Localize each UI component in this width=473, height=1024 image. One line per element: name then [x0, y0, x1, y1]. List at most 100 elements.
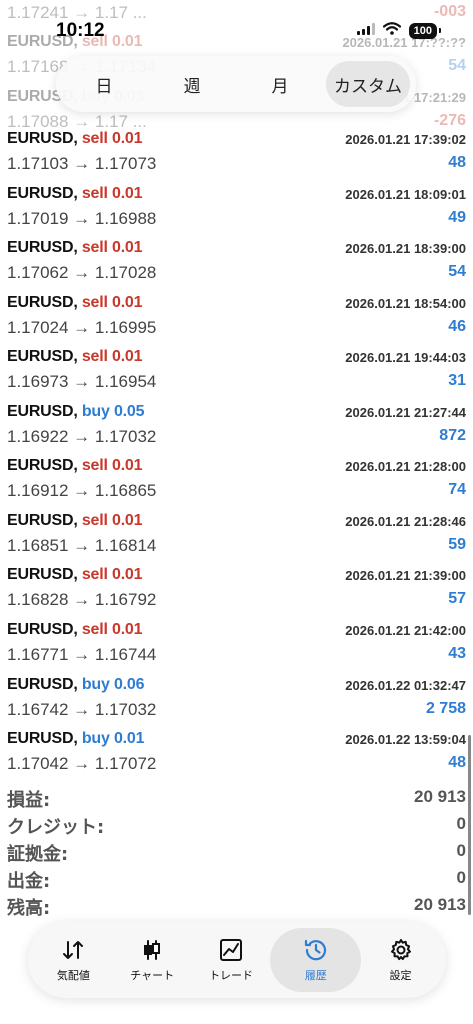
trade-symbol: EURUSD, [7, 566, 78, 583]
trade-profit: 48 [448, 154, 466, 171]
trade-row[interactable]: EURUSD, sell 0.01 2026.01.21 21:39:00 1.16… [0, 560, 473, 614]
trade-prices: 1.17062 → 1.17028 [7, 263, 157, 282]
trade-side-volume: sell 0.01 [81, 185, 143, 202]
bottom-tab-bar: 気配値 チャート トレード 履歴 設定 [28, 922, 446, 998]
trade-title: EURUSD, sell 0.01 [7, 239, 143, 257]
trade-title: EURUSD, buy 0.06 [7, 676, 144, 694]
tab-history[interactable]: 履歴 [270, 928, 362, 992]
trade-symbol: EURUSD, [7, 403, 78, 420]
trade-prices: 1.17024 → 1.16995 [7, 318, 157, 337]
trade-symbol: EURUSD, [7, 130, 78, 147]
trade-symbol: EURUSD, [7, 457, 78, 474]
trade-side-volume: sell 0.01 [81, 294, 143, 311]
segment-day[interactable]: 日 [62, 61, 146, 107]
status-time: 10:12 [56, 20, 105, 41]
summary-credit-row: クレジット: 0 [0, 811, 473, 838]
summary-margin-row: 証拠金: 0 [0, 838, 473, 865]
trade-profit: 59 [448, 536, 466, 553]
summary-profit-row: 損益: 20 913 [0, 784, 473, 811]
trade-side-volume: sell 0.01 [81, 512, 143, 529]
trade-row[interactable]: EURUSD, sell 0.01 2026.01.21 17:39:02 1.17… [0, 124, 473, 178]
trade-title: EURUSD, sell 0.01 [7, 566, 143, 584]
summary-label: 証拠金: [7, 844, 69, 865]
trade-profit: 54 [448, 57, 466, 74]
tab-label: チャート [130, 969, 175, 982]
trade-profit: 48 [448, 754, 466, 771]
segment-week[interactable]: 週 [150, 61, 234, 107]
summary-label: 損益: [7, 790, 51, 811]
trade-profit: 46 [448, 318, 466, 335]
trade-profit: 43 [448, 645, 466, 662]
tab-quotes[interactable]: 気配値 [34, 928, 113, 992]
trade-symbol: EURUSD, [7, 239, 78, 256]
trade-prices: 1.16828 → 1.16792 [7, 590, 157, 609]
trade-title: EURUSD, sell 0.01 [7, 348, 143, 366]
trade-title: EURUSD, sell 0.01 [7, 130, 143, 148]
tab-label: 履歴 [304, 969, 327, 982]
signal-icon [356, 22, 375, 40]
trade-title: EURUSD, sell 0.01 [7, 621, 143, 639]
segment-label: カスタム [334, 76, 402, 97]
history-clock-icon [303, 937, 329, 963]
trade-profit: 872 [439, 427, 466, 444]
trade-time: 2026.01.22 01:32:47 [345, 678, 466, 693]
trade-row[interactable]: EURUSD, sell 0.01 2026.01.21 18:09:01 1.17… [0, 179, 473, 233]
trade-prices: 1.16742 → 1.17032 [7, 700, 157, 719]
trade-time: 2026.01.21 21:28:46 [345, 514, 466, 529]
trade-profit: 49 [448, 209, 466, 226]
tab-settings[interactable]: 設定 [361, 928, 440, 992]
trade-side-volume: sell 0.01 [81, 130, 143, 147]
trade-row[interactable]: EURUSD, sell 0.01 2026.01.21 21:42:00 1.16… [0, 615, 473, 669]
trade-prices: 1.17019 → 1.16988 [7, 209, 157, 228]
tab-chart[interactable]: チャート [113, 928, 192, 992]
tab-label: 設定 [389, 969, 412, 982]
trade-title: EURUSD, buy 0.05 [7, 403, 144, 421]
tab-trade[interactable]: トレード [192, 928, 271, 992]
gear-icon [388, 937, 414, 963]
summary-value: 0 [456, 814, 466, 833]
segment-label: 週 [183, 76, 201, 97]
segment-custom[interactable]: カスタム [326, 61, 410, 107]
trade-row[interactable]: EURUSD, buy 0.05 2026.01.21 21:27:44 1.169… [0, 397, 473, 451]
trade-prices: 1.16912 → 1.16865 [7, 481, 157, 500]
segment-label: 日 [95, 76, 113, 97]
summary-balance-row: 残高: 20 913 [0, 892, 473, 919]
trade-time: 2026.01.21 19:44:03 [345, 350, 466, 365]
arrows-updown-icon [60, 937, 86, 963]
trade-prices: 1.17103 → 1.17073 [7, 154, 157, 173]
period-segmented-control: 日 週 月 カスタム [56, 56, 416, 112]
trade-row[interactable]: EURUSD, sell 0.01 2026.01.21 19:44:03 1.16… [0, 342, 473, 396]
trade-time: 2026.01.21 21:42:00 [345, 623, 466, 638]
trade-row[interactable]: EURUSD, sell 0.01 2026.01.21 18:39:00 1.17… [0, 233, 473, 287]
scrollbar[interactable] [468, 735, 471, 915]
trade-side-volume: sell 0.01 [81, 621, 143, 638]
trade-row[interactable]: EURUSD, sell 0.01 2026.01.21 21:28:00 1.16… [0, 451, 473, 505]
trade-title: EURUSD, sell 0.01 [7, 185, 143, 203]
segment-month[interactable]: 月 [238, 61, 322, 107]
trade-symbol: EURUSD, [7, 676, 78, 693]
summary-value: 0 [456, 841, 466, 860]
trade-side-volume: sell 0.01 [81, 566, 143, 583]
trade-profit: 74 [448, 481, 466, 498]
trade-title: EURUSD, sell 0.01 [7, 457, 143, 475]
summary-label: 出金: [7, 871, 51, 892]
trade-row[interactable]: EURUSD, sell 0.01 2026.01.21 18:54:00 1.17… [0, 288, 473, 342]
trade-time: 2026.01.21 21:28:00 [345, 459, 466, 474]
trade-prices: 1.16922 → 1.17032 [7, 427, 157, 446]
trade-row[interactable]: EURUSD, sell 0.01 2026.01.21 21:28:46 1.16… [0, 506, 473, 560]
trade-title: EURUSD, sell 0.01 [7, 512, 143, 530]
trade-row[interactable]: EURUSD, buy 0.06 2026.01.22 01:32:47 1.167… [0, 670, 473, 724]
trade-side-volume: buy 0.06 [81, 676, 145, 693]
candlestick-icon [139, 937, 165, 963]
trade-symbol: EURUSD, [7, 512, 78, 529]
trade-prices: 1.16771 → 1.16744 [7, 645, 157, 664]
trade-symbol: EURUSD, [7, 185, 78, 202]
trade-row[interactable]: EURUSD, buy 0.01 2026.01.22 13:59:04 1.170… [0, 724, 473, 778]
summary-label: クレジット: [7, 817, 105, 838]
wifi-icon [382, 22, 401, 40]
trade-title: EURUSD, buy 0.01 [7, 730, 144, 748]
trade-profit: 54 [448, 263, 466, 280]
trade-prices: 1.16851 → 1.16814 [7, 536, 157, 555]
trade-profit: 57 [448, 590, 466, 607]
trade-time: 2026.01.21 17:39:02 [345, 132, 466, 147]
